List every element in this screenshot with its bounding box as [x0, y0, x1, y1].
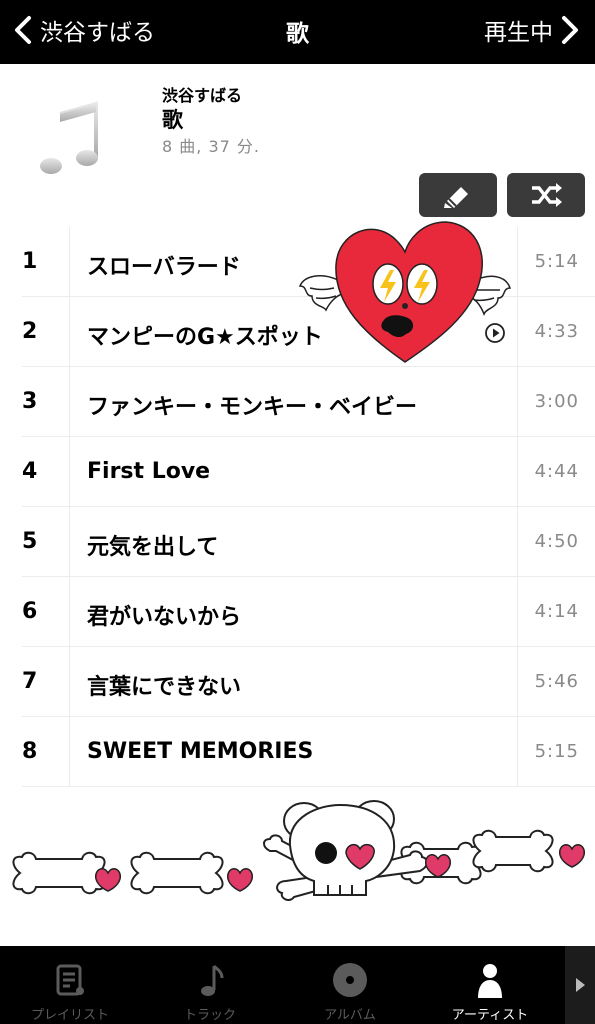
- track-duration: 4:33: [534, 321, 579, 342]
- playlist-icon: [56, 964, 84, 996]
- track-duration: 4:44: [534, 461, 579, 482]
- album-artwork-music-note-icon: [40, 101, 98, 174]
- now-playing-indicator-icon: [485, 323, 505, 343]
- track-title: 言葉にできない: [87, 675, 242, 700]
- more-tabs-button[interactable]: [565, 946, 595, 1024]
- track-row-1[interactable]: 1 スローバラード 5:14: [0, 227, 595, 297]
- tab-playlists[interactable]: プレイリスト: [0, 946, 140, 1024]
- track-number: 7: [22, 669, 38, 694]
- track-title: 君がいないから: [87, 605, 242, 630]
- track-row-3[interactable]: 3 ファンキー・モンキー・ベイビー 3:00: [0, 367, 595, 437]
- tab-label: アルバム: [324, 1008, 376, 1023]
- track-number: 1: [22, 249, 38, 274]
- album-title: 歌: [162, 108, 183, 132]
- track-row-7[interactable]: 7 言葉にできない 5:46: [0, 647, 595, 717]
- track-title: マンピーのG★スポット: [87, 325, 323, 350]
- track-duration: 5:15: [534, 741, 579, 762]
- shuffle-icon: [532, 183, 562, 207]
- track-title: スローバラード: [87, 255, 241, 280]
- edit-button[interactable]: [419, 173, 497, 217]
- track-duration: 4:14: [534, 601, 579, 622]
- triangle-right-icon: [576, 978, 585, 992]
- track-title: First Love: [87, 459, 211, 484]
- now-playing-label: 再生中: [484, 20, 553, 46]
- track-row-8[interactable]: 8 SWEET MEMORIES 5:15: [0, 717, 595, 787]
- track-number: 6: [22, 599, 38, 624]
- track-duration: 5:46: [534, 671, 579, 692]
- track-row-5[interactable]: 5 元気を出して 4:50: [0, 507, 595, 577]
- back-button-label: 渋谷すばる: [40, 20, 155, 46]
- bones-skull-decoration-icon: [12, 800, 585, 901]
- track-number: 2: [22, 319, 38, 344]
- bone-icon: [12, 851, 106, 895]
- back-button[interactable]: 渋谷すばる: [8, 10, 155, 50]
- album-disc-icon: [333, 963, 367, 997]
- track-duration: 4:50: [534, 531, 579, 552]
- tab-label: アーティスト: [451, 1008, 529, 1023]
- track-number: 3: [22, 389, 38, 414]
- track-row-6[interactable]: 6 君がいないから 4:14: [0, 577, 595, 647]
- bone-icon: [472, 829, 554, 873]
- track-row-4[interactable]: 4 First Love 4:44: [0, 437, 595, 507]
- tab-bar: プレイリスト トラック アルバム アーティスト: [0, 946, 595, 1024]
- track-duration: 5:14: [534, 251, 579, 272]
- chevron-left-icon: [15, 16, 31, 44]
- tab-albums[interactable]: アルバム: [280, 946, 420, 1024]
- shuffle-button[interactable]: [507, 173, 585, 217]
- track-row-2[interactable]: 2 マンピーのG★スポット 4:33: [0, 297, 595, 367]
- track-list: 1 スローバラード 5:14 2 マンピーのG★スポット 4:33 3 ファンキ…: [0, 227, 595, 787]
- tab-label: プレイリスト: [30, 1008, 109, 1023]
- navigation-bar: 渋谷すばる 歌 再生中: [0, 0, 595, 64]
- chevron-right-icon: [562, 16, 578, 44]
- album-track-count-duration: 8 曲, 37 分.: [162, 137, 260, 156]
- pencil-icon: [444, 187, 468, 208]
- track-number: 8: [22, 739, 38, 764]
- bone-icon: [130, 851, 224, 895]
- music-note-icon: [201, 964, 224, 996]
- pink-hearts-icon: [95, 844, 585, 892]
- track-number: 5: [22, 529, 38, 554]
- track-number: 4: [22, 459, 38, 484]
- artist-person-icon: [478, 964, 502, 998]
- tab-tracks[interactable]: トラック: [140, 946, 280, 1024]
- tab-label: トラック: [183, 1008, 236, 1023]
- skull-icon: [283, 800, 396, 896]
- track-title: 元気を出して: [87, 535, 219, 560]
- track-title: SWEET MEMORIES: [87, 739, 314, 764]
- tab-artists[interactable]: アーティスト: [420, 946, 560, 1024]
- album-artist: 渋谷すばる: [162, 86, 243, 105]
- track-duration: 3:00: [534, 391, 579, 412]
- now-playing-button[interactable]: 再生中: [484, 10, 583, 50]
- bone-icon: [400, 841, 482, 885]
- track-title: ファンキー・モンキー・ベイビー: [87, 395, 418, 420]
